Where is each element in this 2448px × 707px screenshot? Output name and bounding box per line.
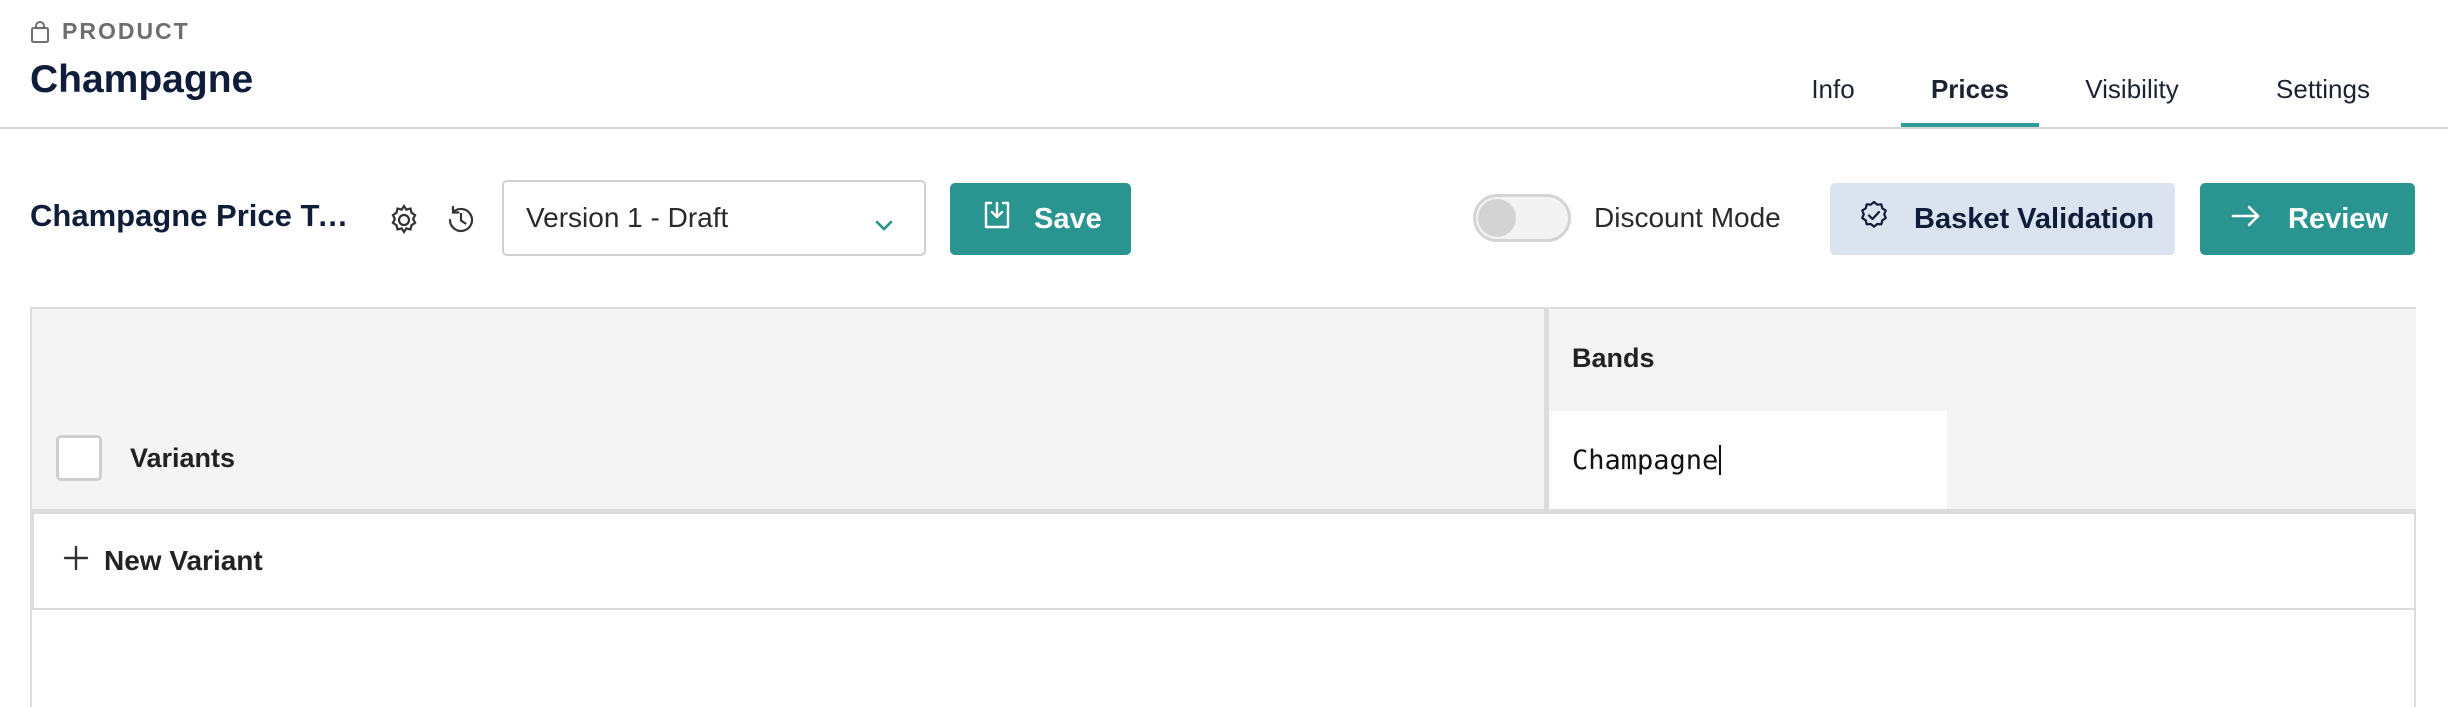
select-all-checkbox[interactable] — [56, 435, 102, 481]
save-label: Save — [1034, 202, 1102, 235]
shopping-bag-icon — [30, 20, 50, 43]
tab-prices[interactable]: Prices — [1901, 60, 2039, 127]
history-icon[interactable] — [441, 200, 481, 240]
discount-mode-toggle[interactable] — [1473, 194, 1571, 242]
variants-row: Variants Champagne — [32, 409, 2416, 512]
new-variant-label: New Variant — [104, 545, 263, 576]
arrow-right-icon — [2230, 203, 2262, 236]
review-label: Review — [2288, 202, 2388, 235]
review-button[interactable]: Review — [2200, 183, 2415, 255]
eyebrow: PRODUCT — [30, 18, 190, 45]
eyebrow-label: PRODUCT — [62, 18, 190, 44]
discount-mode-label: Discount Mode — [1594, 202, 1781, 233]
tab-info[interactable]: Info — [1765, 60, 1901, 127]
grid-header-row: Bands — [32, 309, 2416, 411]
save-button[interactable]: Save — [950, 183, 1131, 255]
bands-column-header: Bands — [1572, 343, 1655, 373]
text-caret — [1719, 445, 1722, 475]
badge-check-icon — [1858, 199, 1890, 239]
chevron-down-icon — [874, 208, 894, 240]
price-grid: Bands Variants Champagne New Variant — [30, 307, 2416, 707]
toggle-knob — [1478, 199, 1516, 237]
band-name-input[interactable]: Champagne — [1549, 411, 1947, 509]
tab-settings[interactable]: Settings — [2225, 60, 2421, 127]
price-table-toolbar: Champagne Price Table Version 1 - Draft — [0, 180, 2448, 256]
variants-label: Variants — [130, 443, 236, 473]
band-name-value: Champagne — [1572, 444, 1719, 476]
plus-icon — [62, 544, 90, 579]
tab-visibility[interactable]: Visibility — [2039, 60, 2225, 127]
new-variant-button[interactable]: New Variant — [32, 512, 2416, 610]
save-download-icon — [982, 199, 1012, 239]
version-select[interactable]: Version 1 - Draft — [502, 180, 926, 256]
column-divider[interactable] — [1544, 309, 1549, 509]
tab-bar: Info Prices Visibility Settings — [1765, 60, 2448, 127]
gear-icon[interactable] — [384, 200, 424, 240]
basket-validation-button[interactable]: Basket Validation — [1830, 183, 2175, 255]
version-select-value: Version 1 - Draft — [526, 202, 729, 233]
price-table-name: Champagne Price Table — [30, 198, 360, 233]
basket-validation-label: Basket Validation — [1914, 202, 2155, 235]
page-title: Champagne — [30, 58, 254, 101]
page-header: PRODUCT Champagne Info Prices Visibility… — [0, 0, 2448, 129]
